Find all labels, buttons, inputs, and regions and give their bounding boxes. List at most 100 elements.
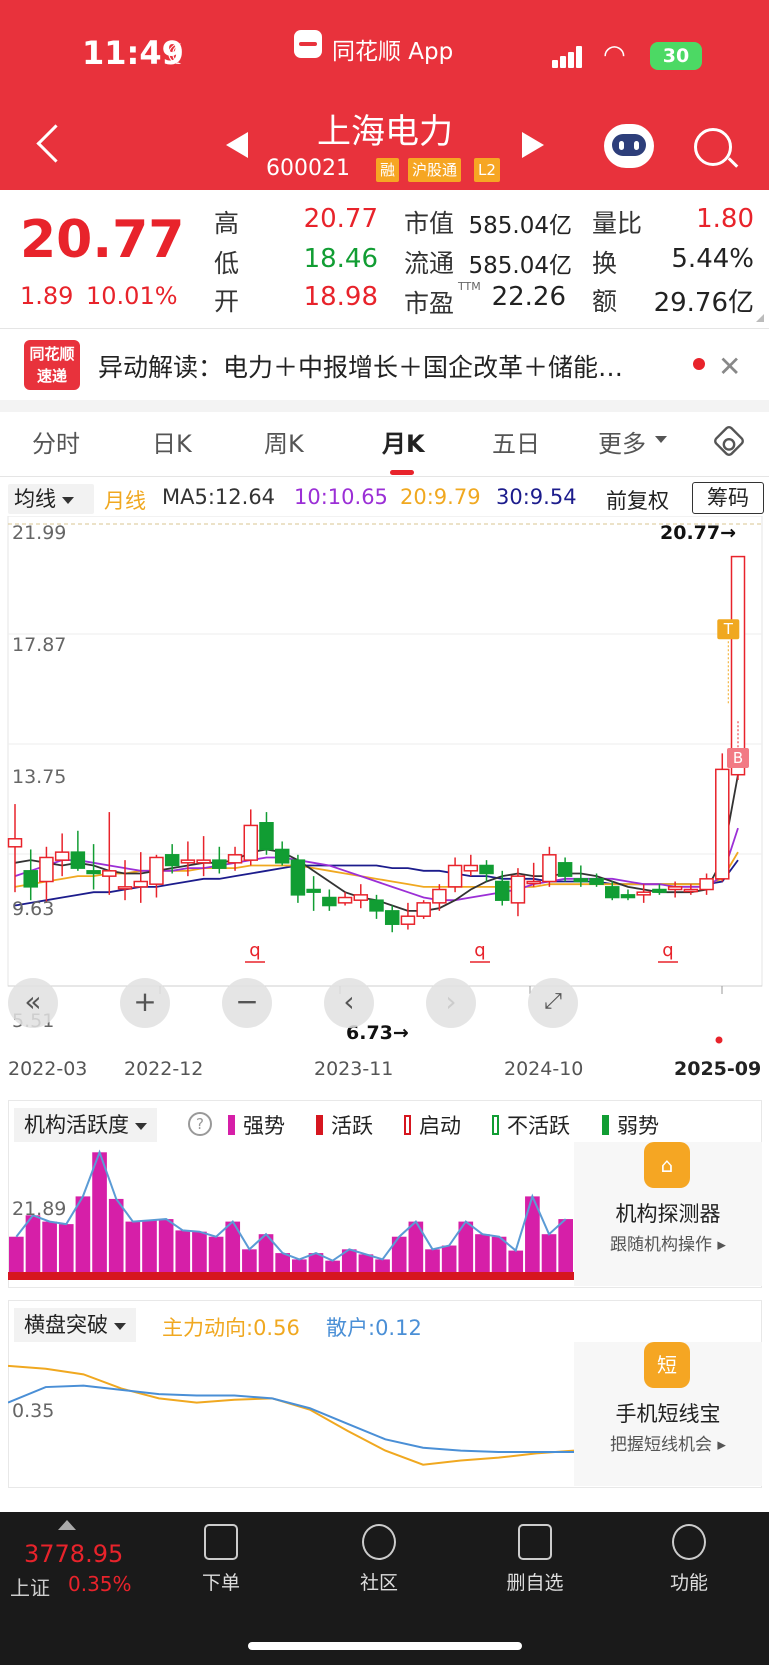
- divider: [0, 476, 769, 477]
- ai-assistant-icon[interactable]: [604, 124, 654, 168]
- mcap-value: 585.04亿: [468, 213, 572, 239]
- close-icon[interactable]: ✕: [718, 350, 741, 383]
- index-value[interactable]: 3778.95: [24, 1540, 123, 1568]
- next-stock-button[interactable]: [522, 132, 544, 158]
- scroll-left-button[interactable]: ‹: [324, 978, 374, 1028]
- tag-connect: 沪股通: [408, 158, 462, 182]
- tab-more[interactable]: 更多: [598, 424, 646, 459]
- prev-stock-button[interactable]: [226, 132, 248, 158]
- activity-bar: [142, 1220, 157, 1272]
- zoom-in-button[interactable]: +: [120, 978, 170, 1028]
- candle-body: [510, 875, 526, 904]
- zoom-out-button[interactable]: −: [222, 978, 272, 1028]
- amount-label: 额: [592, 287, 618, 316]
- ma-dropdown[interactable]: 均线: [8, 484, 94, 514]
- candle-body: [23, 870, 38, 888]
- activity-bar: [42, 1221, 57, 1272]
- tab-monthly-k[interactable]: 月K: [382, 424, 425, 459]
- card-subtitle: 跟随机构操作 ▸: [610, 1235, 726, 1255]
- expand-corner-icon[interactable]: [756, 314, 764, 322]
- tab-weekly-k[interactable]: 周K: [264, 424, 304, 459]
- candle: [290, 854, 306, 903]
- fullscreen-button[interactable]: ⤢: [528, 978, 578, 1028]
- back-button[interactable]: [30, 118, 70, 174]
- divider: [0, 328, 769, 329]
- main-force-value: 主力动向:0.56: [162, 1316, 300, 1340]
- candle: [683, 884, 699, 895]
- nav-remove-watchlist[interactable]: 删自选: [490, 1524, 580, 1595]
- activity-bar: [325, 1260, 340, 1272]
- candle-body: [400, 915, 416, 925]
- adjust-mode[interactable]: 前复权: [606, 485, 669, 515]
- settings-icon[interactable]: [712, 424, 746, 458]
- short-term-card[interactable]: 短 手机短线宝 把握短线机会 ▸: [574, 1342, 762, 1486]
- candle-body: [180, 859, 196, 864]
- volume-ratio-label: 量比: [592, 209, 643, 238]
- scroll-right-button[interactable]: ›: [426, 978, 476, 1028]
- document-icon: [204, 1524, 238, 1560]
- news-headline[interactable]: 异动解读：电力＋中报增长＋国企改革＋储能…: [98, 348, 673, 384]
- legend-weak: 弱势: [602, 1110, 659, 1140]
- institution-detector-card[interactable]: ⌂ 机构探测器 跟随机构操作 ▸: [574, 1142, 762, 1286]
- kline-chart[interactable]: T Bq q q: [0, 516, 769, 1046]
- nav-order[interactable]: 下单: [176, 1524, 266, 1595]
- stock-name: 上海电力: [317, 112, 453, 152]
- nav-functions-label: 功能: [669, 1572, 708, 1594]
- tab-daily-k[interactable]: 日K: [152, 424, 192, 459]
- float-value: 585.04亿: [468, 253, 572, 279]
- mcap-label: 市值: [404, 209, 455, 238]
- activity-bar: [242, 1249, 257, 1272]
- y-tick-label: 21.99: [12, 522, 67, 544]
- activity-bar: [108, 1198, 124, 1272]
- legend-strong-swatch: [228, 1115, 235, 1135]
- nav-remove-label: 删自选: [506, 1572, 564, 1594]
- candle-body: [715, 768, 730, 880]
- turnover-label: 换: [592, 249, 618, 278]
- tab-five-day[interactable]: 五日: [492, 424, 540, 459]
- price-change: 1.89: [20, 282, 74, 310]
- search-icon[interactable]: [694, 128, 732, 166]
- candle-body: [432, 888, 447, 904]
- short-term-icon: 短: [644, 1342, 690, 1388]
- scroll-left-fast-button[interactable]: «: [8, 978, 58, 1028]
- candle: [306, 876, 321, 911]
- ma10-value: 10:10.65: [294, 485, 388, 509]
- candle: [353, 884, 369, 909]
- candle-body: [369, 899, 384, 912]
- price-change-pct: 10.01%: [86, 282, 178, 310]
- home-icon: ⌂: [644, 1142, 690, 1188]
- candle-body: [70, 851, 86, 869]
- card-subtitle: 把握短线机会 ▸: [610, 1435, 726, 1455]
- nav-community[interactable]: 社区: [334, 1524, 424, 1595]
- activity-dropdown[interactable]: 机构活跃度: [14, 1108, 157, 1142]
- chip-distribution-button[interactable]: 筹码: [692, 482, 764, 514]
- candle-body: [227, 854, 243, 864]
- activity-bar: [425, 1249, 440, 1272]
- tab-intraday[interactable]: 分时: [32, 424, 80, 459]
- activity-chart: [8, 1149, 574, 1280]
- stock-code: 600021: [266, 156, 350, 181]
- ma5-value: MA5:12.64: [162, 485, 276, 509]
- candle-body: [86, 870, 101, 875]
- chevron-down-icon: [62, 496, 74, 504]
- breakout-dropdown[interactable]: 横盘突破: [14, 1308, 136, 1342]
- help-icon[interactable]: ?: [188, 1112, 212, 1136]
- legend-start-swatch: [404, 1115, 411, 1135]
- activity-bar: [558, 1219, 573, 1272]
- legend-strong: 强势: [228, 1110, 285, 1140]
- candle-body: [322, 896, 337, 907]
- candle-body: [526, 880, 541, 885]
- candle-body: [39, 856, 54, 883]
- current-period-dot: [715, 1036, 723, 1044]
- candle-body: [620, 894, 636, 899]
- chevron-down-icon: [135, 1122, 147, 1130]
- candle-body: [164, 854, 180, 867]
- nav-functions[interactable]: 功能: [644, 1524, 734, 1595]
- q-marker: q: [474, 940, 485, 961]
- candle: [369, 894, 384, 919]
- candle: [447, 857, 463, 893]
- activity-bar: [391, 1236, 407, 1272]
- candle-body: [149, 856, 164, 885]
- candle: [7, 804, 23, 893]
- candle: [463, 854, 479, 877]
